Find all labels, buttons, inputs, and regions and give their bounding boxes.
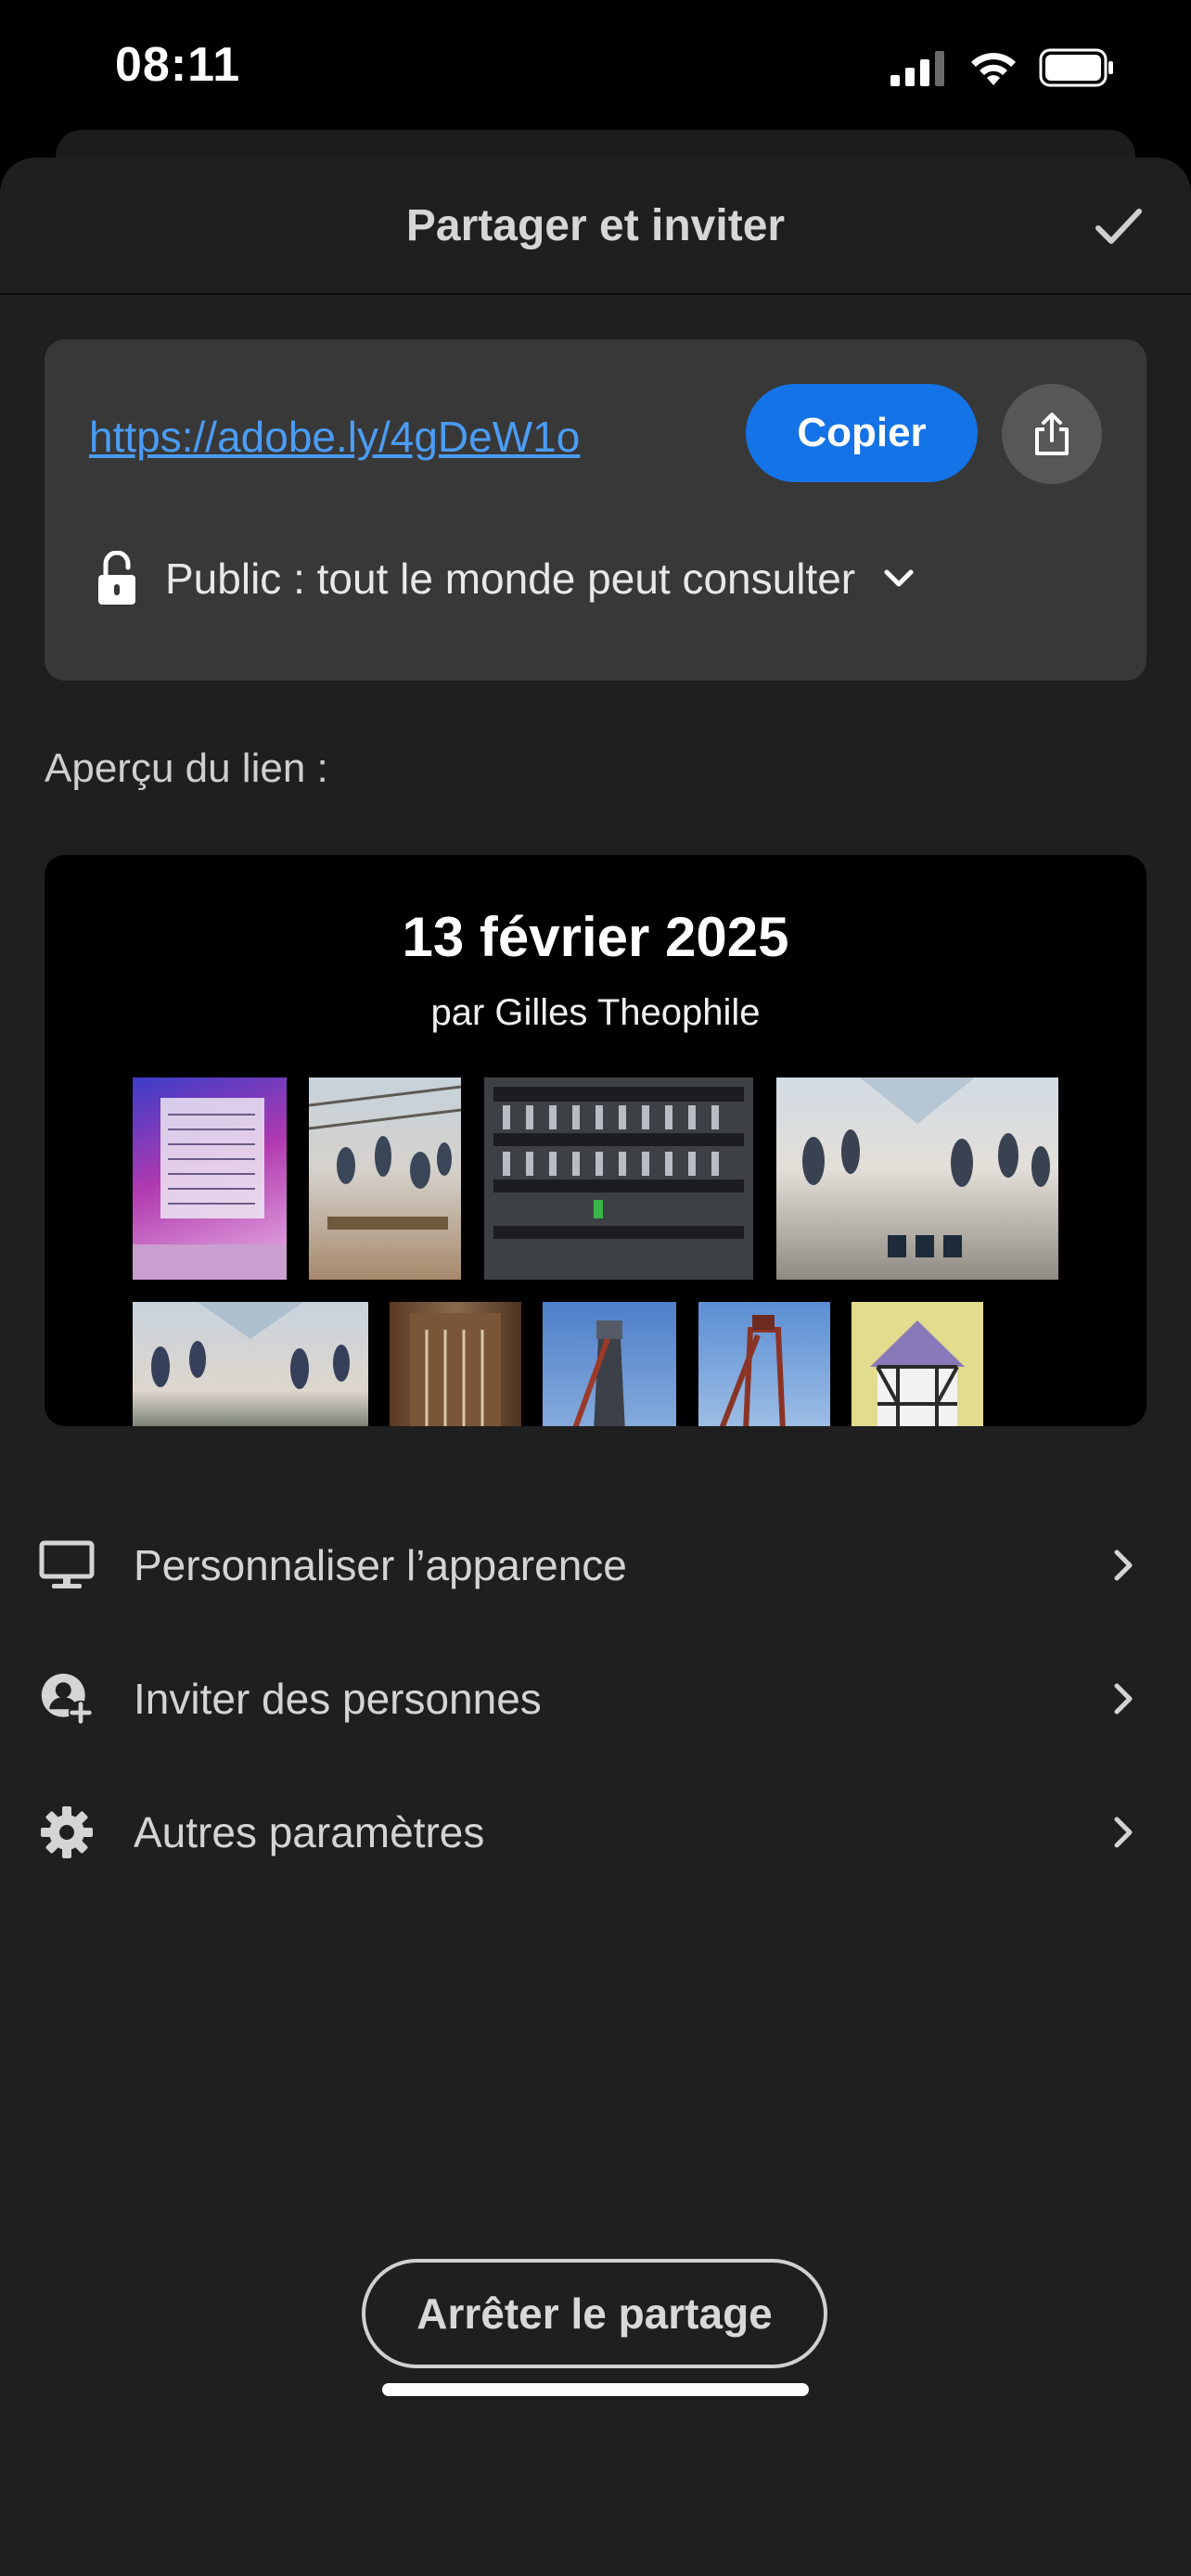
photo-thumbnail <box>484 1078 753 1280</box>
status-time: 08:11 <box>115 38 241 92</box>
chevron-down-icon <box>884 569 914 587</box>
photo-thumbnail <box>776 1078 1058 1280</box>
photo-thumbnail <box>309 1078 461 1280</box>
checkmark-icon[interactable] <box>1093 200 1145 252</box>
copy-button[interactable]: Copier <box>746 384 978 482</box>
photo-thumbnail <box>543 1302 676 1426</box>
menu-item-label: Inviter des personnes <box>134 1675 542 1723</box>
monitor-icon <box>39 1537 95 1593</box>
add-person-icon <box>39 1671 95 1727</box>
photo-thumbnail <box>133 1078 287 1280</box>
share-link[interactable]: https://adobe.ly/4gDeW1o <box>89 412 580 462</box>
sheet-header: Partager et inviter <box>0 158 1191 295</box>
share-icon <box>1035 413 1069 455</box>
status-icons <box>890 48 1115 87</box>
menu-item-invite-people[interactable]: Inviter des personnes <box>0 1643 1191 1754</box>
cellular-signal-icon <box>890 51 944 86</box>
share-button[interactable] <box>1002 384 1102 484</box>
menu-item-label: Personnaliser l’apparence <box>134 1541 627 1589</box>
menu-item-label: Autres paramètres <box>134 1808 485 1856</box>
share-sheet: Partager et inviter https://adobe.ly/4gD… <box>0 158 1191 2576</box>
preview-title: 13 février 2025 <box>402 906 789 968</box>
battery-icon <box>1039 48 1113 87</box>
chevron-right-icon <box>1114 1817 1133 1848</box>
wifi-icon <box>971 53 1016 85</box>
menu-item-customize-appearance[interactable]: Personnaliser l’apparence <box>0 1510 1191 1621</box>
preview-label: Aperçu du lien : <box>45 746 328 791</box>
unlock-icon <box>98 551 135 605</box>
photo-thumbnail <box>852 1302 983 1426</box>
photo-thumbnail <box>133 1302 368 1426</box>
access-dropdown[interactable]: Public : tout le monde peut consulter <box>96 542 915 616</box>
chevron-right-icon <box>1114 1549 1133 1581</box>
chevron-right-icon <box>1114 1683 1133 1715</box>
status-bar: 08:11 <box>0 0 1191 130</box>
preview-author: par Gilles Theophile <box>430 992 761 1033</box>
link-preview: 13 février 2025 par Gilles Theophile <box>45 855 1146 1426</box>
access-label: Public : tout le monde peut consulter <box>165 555 856 603</box>
link-card: https://adobe.ly/4gDeW1o Copier Public :… <box>45 339 1146 681</box>
sheet-title: Partager et inviter <box>405 201 786 250</box>
photo-thumbnail <box>390 1302 521 1426</box>
menu-item-other-settings[interactable]: Autres paramètres <box>0 1777 1191 1888</box>
stop-sharing-button[interactable]: Arrêter le partage <box>362 2259 827 2368</box>
home-indicator <box>382 2383 809 2396</box>
gear-icon <box>39 1804 95 1860</box>
photo-thumbnail <box>698 1302 830 1426</box>
